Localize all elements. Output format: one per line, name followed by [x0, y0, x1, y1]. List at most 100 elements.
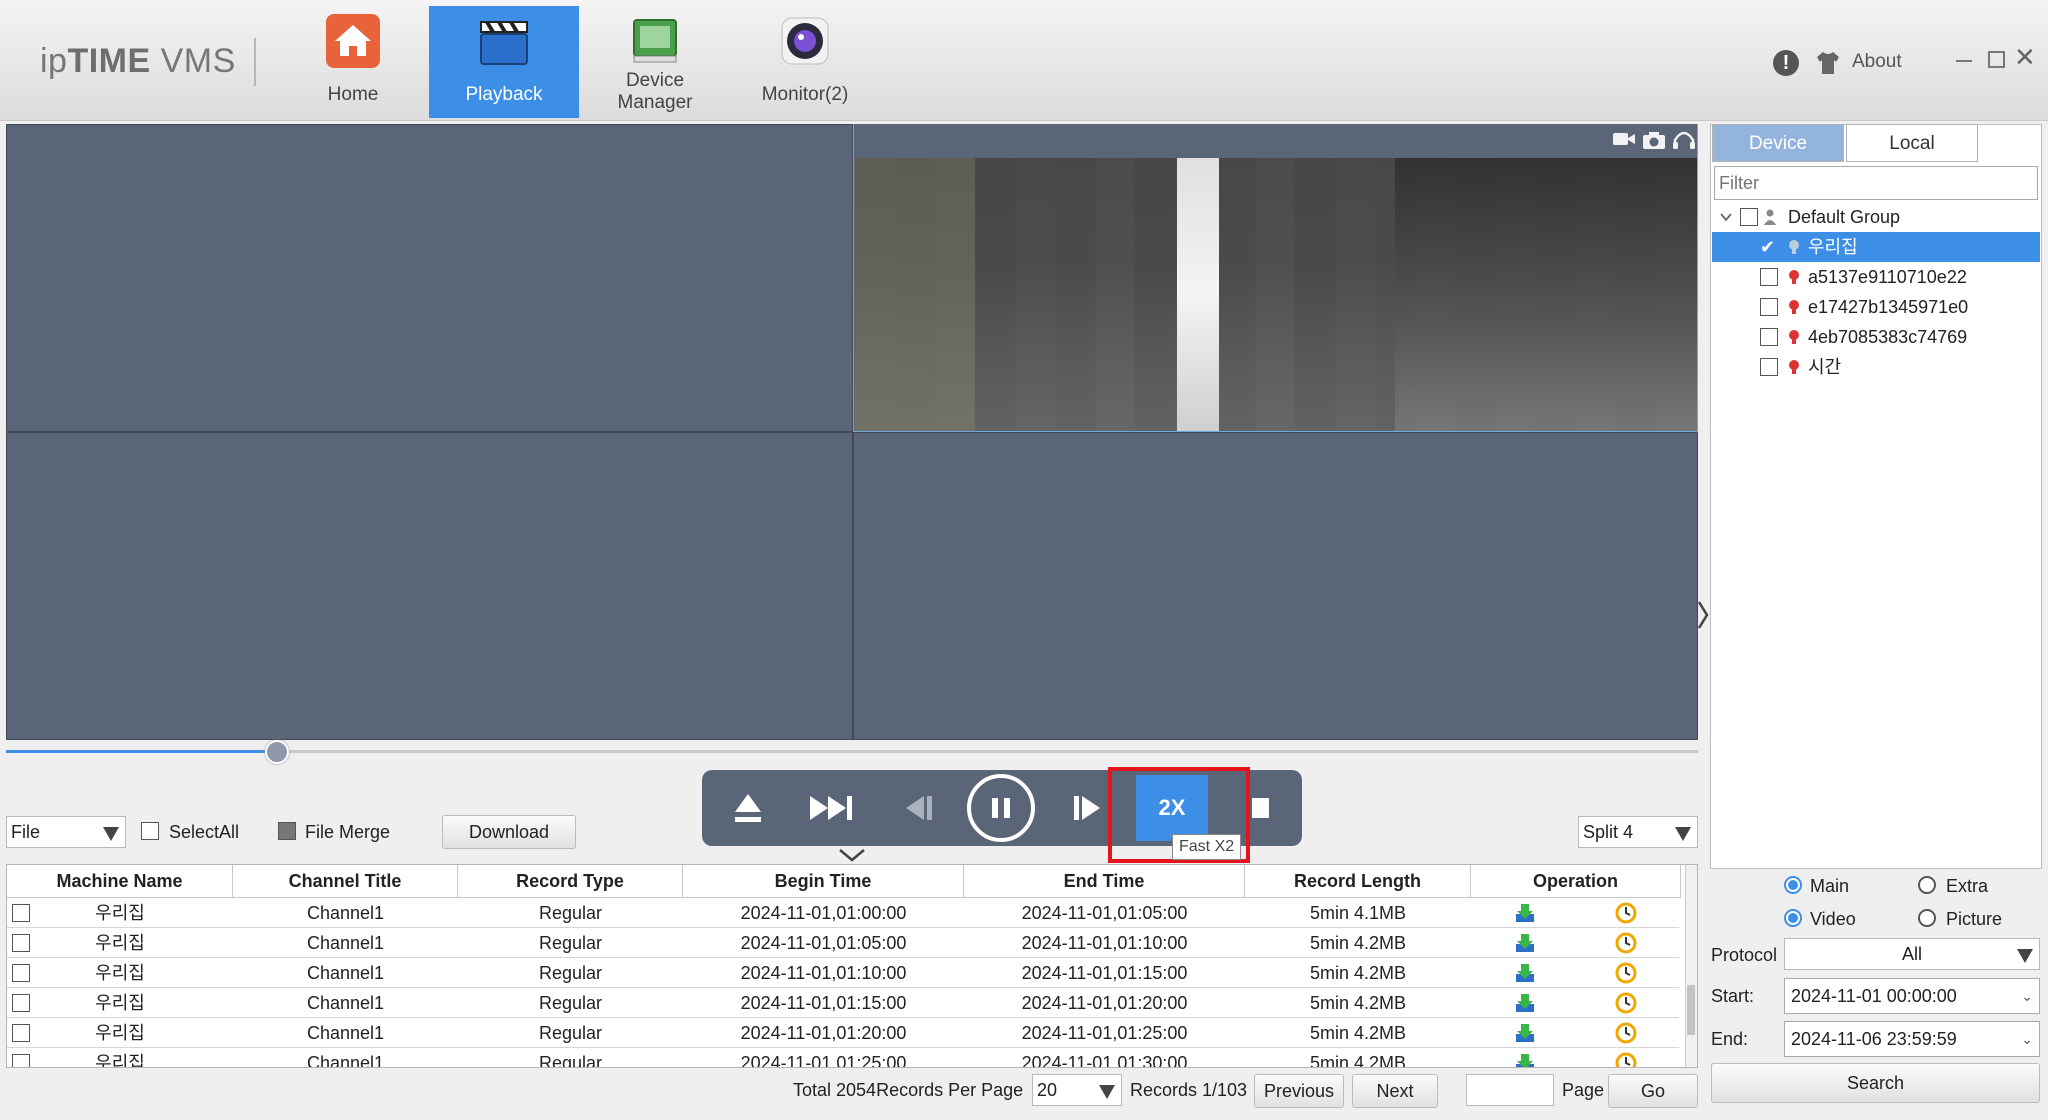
- table-scrollbar[interactable]: [1685, 865, 1697, 1067]
- snapshot-icon[interactable]: [1642, 130, 1666, 150]
- download-icon[interactable]: [1515, 1053, 1535, 1068]
- go-button[interactable]: Go: [1608, 1074, 1698, 1108]
- clock-icon[interactable]: [1615, 932, 1637, 954]
- info-icon[interactable]: !: [1773, 50, 1799, 76]
- filter-input[interactable]: [1714, 166, 2038, 200]
- device-checkbox[interactable]: [1760, 298, 1778, 316]
- pause-icon[interactable]: [966, 770, 1036, 846]
- headphones-icon[interactable]: [1672, 130, 1696, 150]
- minimize-button[interactable]: [1956, 60, 1972, 62]
- camera-feed-image: [855, 158, 1697, 431]
- start-datetime-field[interactable]: 2024-11-01 00:00:00 ⌄: [1784, 978, 2040, 1014]
- table-row[interactable]: 우리집 Channel1 Regular 2024-11-01,01:05:00 202…: [7, 928, 1679, 958]
- download-icon[interactable]: [1515, 903, 1535, 923]
- cell-type: Regular: [538, 993, 603, 1013]
- file-merge-checkbox[interactable]: [278, 822, 296, 840]
- step-backward-icon[interactable]: [898, 770, 938, 846]
- video-grid: [6, 124, 1698, 740]
- stream-extra-radio[interactable]: [1918, 876, 1936, 894]
- seek-bar-handle[interactable]: [264, 740, 289, 764]
- step-forward-icon[interactable]: [1068, 770, 1108, 846]
- end-label: End:: [1711, 1029, 1749, 1049]
- maximize-button[interactable]: [1988, 51, 2005, 68]
- chevron-down-icon[interactable]: ⌄: [2021, 1022, 2033, 1056]
- clock-icon[interactable]: [1615, 1052, 1637, 1068]
- tree-device-3[interactable]: e17427b1345971e0: [1712, 292, 2040, 322]
- download-icon[interactable]: [1515, 933, 1535, 953]
- clock-icon[interactable]: [1615, 992, 1637, 1014]
- type-video-radio[interactable]: [1784, 909, 1802, 927]
- type-picture-radio[interactable]: [1918, 909, 1936, 927]
- about-link[interactable]: About: [1852, 51, 1902, 73]
- tab-device[interactable]: Device: [1712, 124, 1844, 162]
- chevron-down-icon[interactable]: [1720, 212, 1732, 222]
- table-row[interactable]: 우리집 Channel1 Regular 2024-11-01,01:20:00 202…: [7, 1018, 1679, 1048]
- tree-device-2[interactable]: a5137e9110710e22: [1712, 262, 2040, 292]
- column-header-begin-time[interactable]: Begin Time: [683, 865, 964, 898]
- device-checkbox[interactable]: [1760, 268, 1778, 286]
- cell-length: 5min 4.2MB: [1309, 993, 1407, 1013]
- expand-panel-chevron-icon[interactable]: [1696, 598, 1710, 632]
- table-scrollbar-thumb[interactable]: [1687, 985, 1695, 1035]
- tab-local[interactable]: Local: [1846, 124, 1978, 162]
- tree-device-1[interactable]: ✔ 우리집: [1712, 232, 2040, 262]
- per-page-select[interactable]: 20: [1032, 1074, 1122, 1106]
- download-icon[interactable]: [1515, 963, 1535, 983]
- download-button[interactable]: Download: [442, 815, 576, 849]
- cell-end: 2024-11-01,01:10:00: [1021, 933, 1188, 953]
- video-cell-3[interactable]: [6, 432, 853, 740]
- search-button[interactable]: Search: [1711, 1063, 2040, 1103]
- close-button[interactable]: ✕: [2014, 44, 2036, 70]
- split-view-select[interactable]: Split 4: [1578, 816, 1698, 848]
- cell-begin: 2024-11-01,01:20:00: [740, 1023, 907, 1043]
- clock-icon[interactable]: [1615, 902, 1637, 924]
- end-datetime-field[interactable]: 2024-11-06 23:59:59 ⌄: [1784, 1021, 2040, 1057]
- device-checkbox[interactable]: [1760, 358, 1778, 376]
- eject-icon[interactable]: [728, 770, 768, 846]
- nav-tab-device-manager[interactable]: Device Manager: [580, 6, 730, 118]
- collapse-chevron-icon[interactable]: [838, 848, 866, 862]
- skip-forward-icon[interactable]: [806, 770, 856, 846]
- default-group-checkbox[interactable]: [1740, 208, 1758, 226]
- column-header-record-length[interactable]: Record Length: [1245, 865, 1471, 898]
- previous-page-button[interactable]: Previous: [1254, 1074, 1344, 1108]
- protocol-select[interactable]: All: [1784, 938, 2040, 970]
- next-page-button[interactable]: Next: [1352, 1074, 1438, 1108]
- type-picture-label: Picture: [1946, 909, 2003, 929]
- nav-tab-playback[interactable]: Playback: [429, 6, 579, 118]
- nav-tab-monitor[interactable]: Monitor(2): [730, 6, 880, 118]
- page-number-input[interactable]: [1466, 1074, 1554, 1106]
- download-icon[interactable]: [1515, 993, 1535, 1013]
- select-all-checkbox[interactable]: [141, 822, 159, 840]
- record-video-icon[interactable]: [1612, 130, 1636, 148]
- stream-main-radio[interactable]: [1784, 876, 1802, 894]
- clock-icon[interactable]: [1615, 962, 1637, 984]
- column-header-channel[interactable]: Channel Title: [233, 865, 458, 898]
- table-row[interactable]: 우리집 Channel1 Regular 2024-11-01,01:10:00 202…: [7, 958, 1679, 988]
- video-cell-4[interactable]: [853, 432, 1698, 740]
- column-header-machine[interactable]: Machine Name: [7, 865, 233, 898]
- table-row[interactable]: 우리집 Channel1 Regular 2024-11-01,01:25:00 202…: [7, 1048, 1679, 1068]
- tree-device-4[interactable]: 4eb7085383c74769: [1712, 322, 2040, 352]
- cell-begin: 2024-11-01,01:15:00: [740, 993, 907, 1013]
- table-row[interactable]: 우리집 Channel1 Regular 2024-11-01,01:15:00 202…: [7, 988, 1679, 1018]
- video-cell-1[interactable]: [6, 124, 853, 432]
- tree-device-5[interactable]: 시간: [1712, 352, 2040, 382]
- stop-icon[interactable]: [1246, 770, 1276, 846]
- column-header-end-time[interactable]: End Time: [964, 865, 1245, 898]
- cell-machine: 우리집: [95, 903, 145, 923]
- device-checkbox[interactable]: [1760, 328, 1778, 346]
- column-header-operation: Operation: [1471, 865, 1681, 898]
- table-row[interactable]: 우리집 Channel1 Regular 2024-11-01,01:00:00 202…: [7, 898, 1679, 928]
- download-icon[interactable]: [1515, 1023, 1535, 1043]
- tree-root-default-group[interactable]: Default Group: [1712, 202, 2040, 232]
- cell-channel: Channel1: [306, 903, 385, 923]
- clock-icon[interactable]: [1615, 1022, 1637, 1044]
- nav-tab-home[interactable]: Home: [278, 6, 428, 118]
- column-header-record-type[interactable]: Record Type: [458, 865, 683, 898]
- shirt-icon[interactable]: [1814, 49, 1842, 77]
- file-type-select[interactable]: File: [6, 816, 126, 848]
- cell-machine: 우리집: [95, 1023, 145, 1043]
- chevron-down-icon: [1675, 827, 1691, 841]
- chevron-down-icon[interactable]: ⌄: [2021, 979, 2033, 1013]
